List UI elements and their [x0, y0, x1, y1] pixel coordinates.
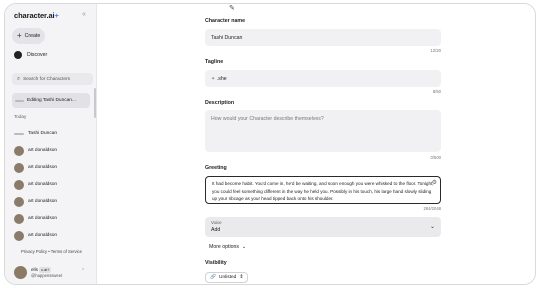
tagline-value: .she: [216, 75, 227, 82]
greeting-label: Greeting: [205, 165, 227, 171]
search-input[interactable]: ⌕ Search for Characters: [12, 73, 93, 85]
discover-link[interactable]: Discover: [14, 51, 47, 59]
greeting-counter: 284/2048: [423, 206, 441, 211]
more-options-label: More options: [209, 244, 239, 250]
chat-item[interactable]: art donaldson: [14, 159, 92, 176]
chat-name: art donaldson: [28, 148, 58, 153]
visibility-value: Unlisted: [218, 275, 237, 280]
collapse-sidebar-icon[interactable]: «: [82, 11, 86, 18]
chevron-down-icon: ⌄: [240, 244, 247, 250]
more-options-toggle[interactable]: More options ⌄: [209, 244, 246, 250]
settings-icon[interactable]: ⚙: [432, 180, 437, 188]
character-name-value: Tashi Duncan: [211, 34, 243, 41]
character-name-label: Character name: [205, 18, 246, 24]
app-window: character.ai+ « + Create Discover ⌕ Sear…: [4, 3, 536, 285]
voice-select[interactable]: Voice Add ⌄: [205, 217, 441, 237]
chat-item[interactable]: art donaldson: [14, 193, 92, 210]
chat-name: art donaldson: [28, 165, 58, 170]
user-handle: @happenssweet: [31, 273, 63, 278]
chat-name: art donaldson: [28, 199, 58, 204]
character-name-field[interactable]: Tashi Duncan: [205, 29, 441, 46]
chat-item[interactable]: art donaldson: [14, 210, 92, 227]
chat-item[interactable]: art donaldson: [14, 176, 92, 193]
avatar: [14, 196, 24, 207]
link-icon: 🔗: [210, 275, 216, 280]
plus-icon: +: [17, 31, 22, 40]
visibility-select[interactable]: 🔗 Unlisted ⇕: [205, 272, 249, 283]
description-counter: 0/500: [430, 155, 441, 160]
edit-icon[interactable]: ✎: [229, 4, 235, 12]
tagline-label: Tagline: [205, 59, 224, 65]
tagline-field[interactable]: ✦ .she: [205, 70, 441, 87]
avatar: [14, 230, 24, 241]
chat-name: art donaldson: [28, 182, 58, 187]
footer-links[interactable]: Privacy Policy • Terms of Service: [21, 249, 82, 254]
discover-label: Discover: [27, 52, 48, 58]
avatar: [14, 213, 24, 224]
description-placeholder: How would your Character describe themse…: [211, 116, 324, 122]
sidebar-scrollbar[interactable]: [94, 88, 96, 118]
tagline-counter: 8/50: [432, 89, 441, 94]
greeting-field[interactable]: It had become habit. You'd come in, he'd…: [205, 176, 441, 204]
chevron-up-down-icon[interactable]: ⌃: [81, 268, 85, 274]
search-placeholder: Search for Characters: [23, 76, 71, 82]
description-field[interactable]: How would your Character describe themse…: [205, 110, 441, 152]
main-panel: ✎ Character name Tashi Duncan 12/20 Tagl…: [98, 4, 535, 284]
sidebar: character.ai+ « + Create Discover ⌕ Sear…: [5, 4, 97, 284]
visibility-label: Visibility: [205, 260, 227, 266]
greeting-text: It had become habit. You'd come in, he'd…: [212, 181, 434, 201]
logo-text: character.ai: [14, 11, 55, 20]
chat-name: art donaldson: [28, 216, 58, 221]
avatar: [14, 145, 24, 156]
avatar: [15, 99, 24, 102]
character-name-counter: 12/20: [430, 48, 441, 53]
avatar: [14, 179, 24, 190]
chat-item[interactable]: art donaldson: [14, 142, 92, 159]
sidebar-item-editing[interactable]: Editing Tashi Duncan...: [12, 93, 90, 108]
chat-name: art donaldson: [28, 233, 58, 238]
chat-list: Tashi Duncan art donaldson art donaldson…: [14, 125, 92, 244]
avatar: [14, 266, 27, 279]
chat-item[interactable]: art donaldson: [14, 227, 92, 244]
logo[interactable]: character.ai+: [14, 11, 59, 20]
user-name: ells: [31, 267, 38, 272]
avatar: [14, 132, 24, 135]
chevron-up-down-icon: ⇕: [239, 275, 244, 280]
avatar: [14, 162, 24, 173]
voice-value: Add: [211, 227, 221, 233]
chat-item[interactable]: Tashi Duncan: [14, 125, 92, 142]
logo-plus: +: [54, 11, 59, 20]
search-icon: ⌕: [17, 75, 21, 82]
chevron-down-icon: ⌄: [429, 224, 435, 230]
section-today: Today: [14, 114, 27, 119]
user-profile[interactable]: ells c.ai+ @happenssweet: [14, 266, 62, 279]
chat-name: Tashi Duncan: [28, 131, 58, 136]
voice-label: Voice: [211, 220, 222, 225]
compass-icon: [14, 51, 22, 59]
description-label: Description: [205, 100, 235, 106]
editing-label: Editing Tashi Duncan...: [27, 98, 76, 103]
create-label: Create: [24, 33, 41, 39]
create-button[interactable]: + Create: [12, 28, 45, 44]
